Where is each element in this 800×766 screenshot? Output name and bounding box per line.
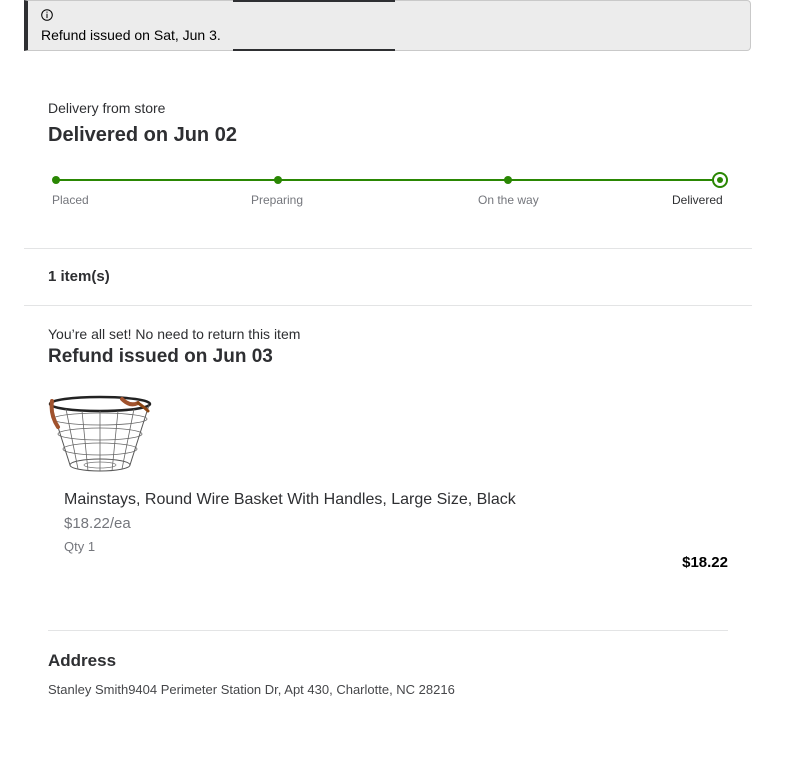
- step-dot-preparing: [274, 176, 282, 184]
- wire-basket-image[interactable]: [48, 393, 152, 477]
- alert-focus-bar-bottom: [233, 49, 395, 51]
- product-quantity: Qty 1: [64, 539, 96, 554]
- progress-line: [56, 179, 720, 181]
- address-heading: Address: [48, 651, 117, 670]
- delivery-progress-tracker: Placed Preparing On the way Delivered: [0, 168, 800, 212]
- step-label-placed: Placed: [52, 193, 89, 207]
- step-label-preparing: Preparing: [251, 193, 304, 207]
- step-dot-on-the-way: [504, 176, 512, 184]
- product-unit-price: $18.22/ea: [64, 515, 131, 532]
- step-label-on-the-way: On the way: [478, 193, 539, 207]
- step-dot-placed: [52, 176, 60, 184]
- section-divider: [24, 248, 752, 249]
- refund-title: Refund issued on Jun 03: [48, 346, 273, 367]
- delivery-subtitle: Delivery from store: [48, 100, 166, 116]
- product-total-price: $18.22: [682, 554, 728, 571]
- alert-focus-bar-top: [233, 0, 395, 2]
- step-dot-delivered-current: [712, 172, 728, 188]
- step-label-delivered: Delivered: [672, 193, 723, 207]
- section-divider: [24, 305, 752, 306]
- info-icon: [41, 9, 53, 21]
- section-divider: [48, 630, 728, 631]
- refund-note: You’re all set! No need to return this i…: [48, 326, 301, 342]
- delivery-status-title: Delivered on Jun 02: [48, 124, 237, 146]
- items-count: 1 item(s): [48, 268, 110, 285]
- address-text: Stanley Smith9404 Perimeter Station Dr, …: [48, 682, 455, 697]
- order-details-page: Refund issued on Sat, Jun 3. Delivery fr…: [0, 0, 800, 766]
- refund-alert-banner: Refund issued on Sat, Jun 3.: [24, 0, 751, 51]
- alert-message: Refund issued on Sat, Jun 3.: [41, 27, 221, 43]
- step-dot-delivered-inner: [717, 177, 723, 183]
- product-name[interactable]: Mainstays, Round Wire Basket With Handle…: [64, 491, 516, 509]
